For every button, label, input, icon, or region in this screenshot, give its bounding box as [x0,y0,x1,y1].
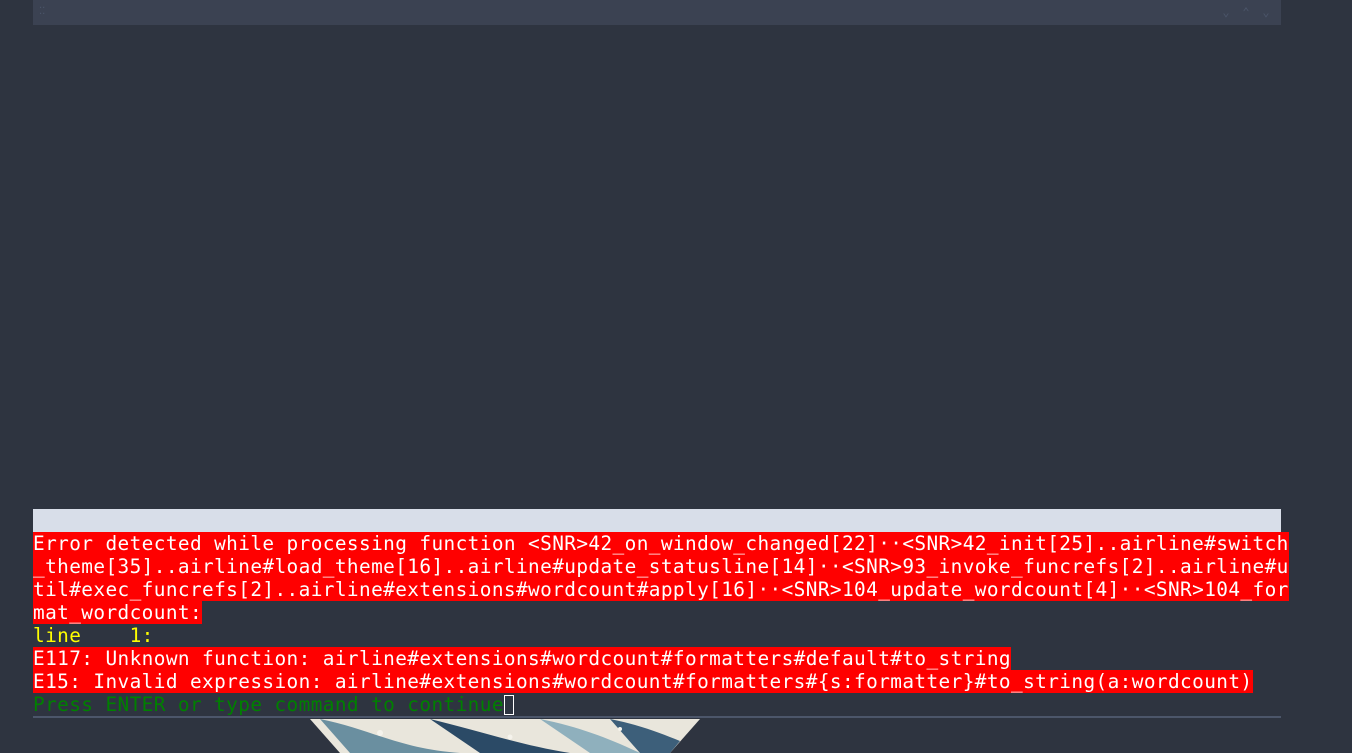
editor-area[interactable] [33,25,1281,509]
drag-handle-icon[interactable]: ⁚⁚ [39,6,51,18]
error-header-line: _theme[35]..airline#load_theme[16]..airl… [33,555,1289,578]
error-e117: E117: Unknown function: airline#extensio… [33,647,1012,670]
chevron-up-icon[interactable]: ⌃ [1239,4,1253,20]
terminal-window: ⁚⁚ ⌄ ⌃ ⌄ Error detected while processing… [33,0,1289,718]
line-number-info: line 1: [33,624,154,647]
wallpaper-image [310,719,700,753]
wave-art-icon [310,719,700,753]
continue-prompt: Press ENTER or type command to continue [33,693,504,716]
error-e15: E15: Invalid expression: airline#extensi… [33,670,1253,693]
window-controls: ⌄ ⌃ ⌄ [1219,4,1273,20]
error-header-line: Error detected while processing function… [33,532,1289,555]
text-cursor[interactable] [503,695,514,715]
message-area: Error detected while processing function… [33,532,1289,716]
error-header-line: til#exec_funcrefs[2]..airline#extensions… [33,578,1289,601]
window-titlebar[interactable]: ⁚⁚ ⌄ ⌃ ⌄ [33,0,1281,25]
statusline [33,509,1281,532]
window-bottom-border [33,716,1281,718]
error-header-line: mat_wordcount: [33,601,203,624]
chevron-down-icon[interactable]: ⌄ [1259,4,1273,20]
chevron-down-icon[interactable]: ⌄ [1219,4,1233,20]
